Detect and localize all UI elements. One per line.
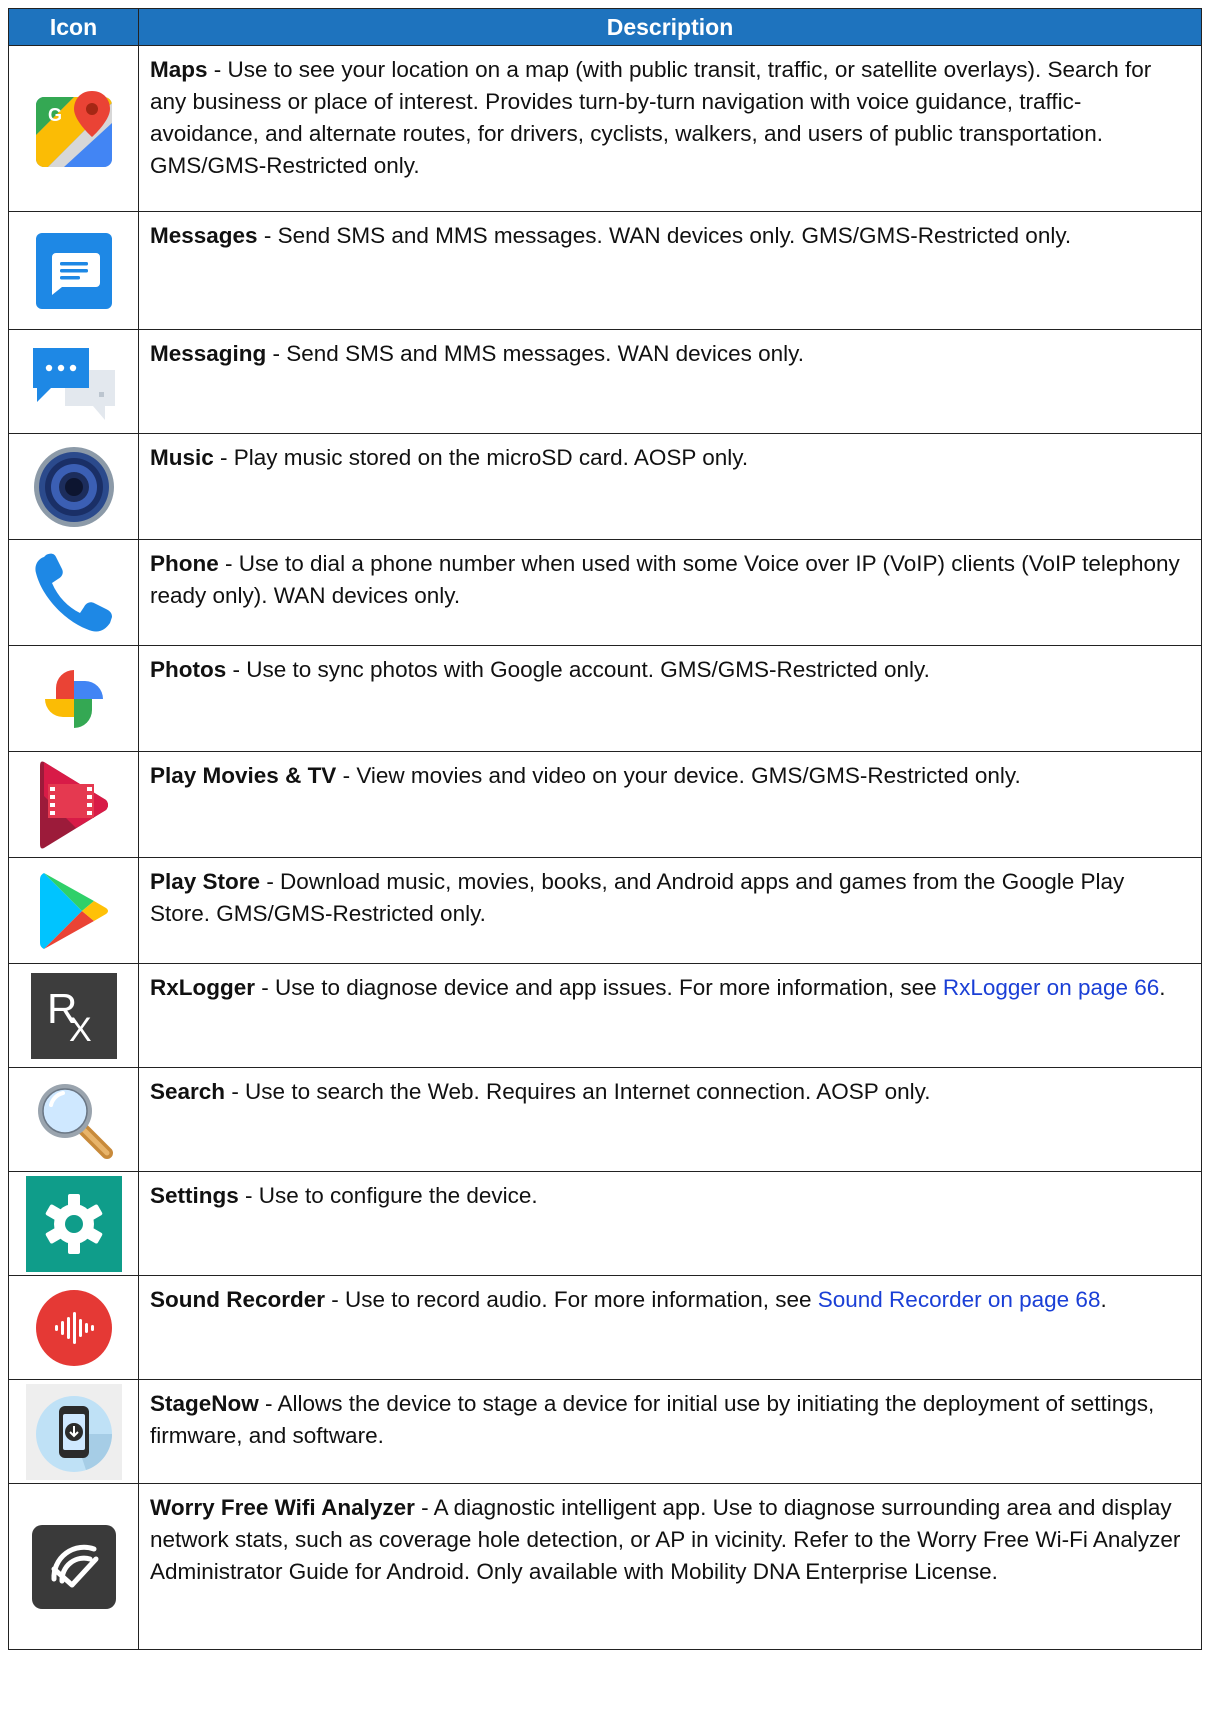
app-name: Play Store (150, 869, 261, 894)
app-description: - Use to search the Web. Requires an Int… (225, 1079, 931, 1104)
play-store-icon (39, 872, 108, 949)
table-row: Search - Use to search the Web. Requires… (8, 1067, 1202, 1172)
table-row: G Maps - Use to see your location on a m… (8, 45, 1202, 212)
photos-pinwheel-icon (44, 669, 103, 728)
svg-text:X: X (69, 1011, 92, 1049)
table-row: Messages - Send SMS and MMS messages. WA… (8, 211, 1202, 330)
app-name: Worry Free Wifi Analyzer (150, 1495, 415, 1520)
row-description: Messaging - Send SMS and MMS messages. W… (138, 329, 1202, 434)
phone-icon (34, 553, 112, 632)
sound-recorder-icon (35, 1289, 112, 1366)
row-description: Search - Use to search the Web. Requires… (138, 1067, 1202, 1172)
app-description: - Use to see your location on a map (wit… (150, 57, 1152, 178)
table-row: R X RxLogger - Use to diagnose device an… (8, 963, 1202, 1068)
row-description: Play Movies & TV - View movies and video… (138, 751, 1202, 858)
sound-recorder-page-link[interactable]: Sound Recorder on page 68 (818, 1287, 1101, 1312)
app-name: Settings (150, 1183, 239, 1208)
maps-icon: G (35, 90, 112, 167)
table-row: Messaging - Send SMS and MMS messages. W… (8, 329, 1202, 434)
app-name: StageNow (150, 1391, 259, 1416)
table-row: StageNow - Allows the device to stage a … (8, 1379, 1202, 1484)
app-name: Music (150, 445, 214, 470)
table-row: Phone - Use to dial a phone number when … (8, 539, 1202, 646)
table-row: Sound Recorder - Use to record audio. Fo… (8, 1275, 1202, 1380)
messages-icon (35, 232, 112, 309)
row-description: StageNow - Allows the device to stage a … (138, 1379, 1202, 1484)
column-header-description: Description (138, 8, 1202, 46)
app-description: - Allows the device to stage a device fo… (150, 1391, 1155, 1448)
row-description: Sound Recorder - Use to record audio. Fo… (138, 1275, 1202, 1380)
table-row: Photos - Use to sync photos with Google … (8, 645, 1202, 752)
music-speaker-icon (33, 446, 114, 527)
app-name: Play Movies & TV (150, 763, 337, 788)
row-description: Maps - Use to see your location on a map… (138, 45, 1202, 212)
app-name: Messages (150, 223, 258, 248)
table-row: Play Movies & TV - View movies and video… (8, 751, 1202, 858)
row-description: Photos - Use to sync photos with Google … (138, 645, 1202, 752)
app-description: - Use to sync photos with Google account… (226, 657, 930, 682)
app-description: - View movies and video on your device. … (336, 763, 1021, 788)
svg-text:G: G (48, 105, 62, 125)
row-description: Settings - Use to configure the device. (138, 1171, 1202, 1276)
app-name: Messaging (150, 341, 267, 366)
app-name: Sound Recorder (150, 1287, 326, 1312)
table-row: Play Store - Download music, movies, boo… (8, 857, 1202, 964)
row-description: Phone - Use to dial a phone number when … (138, 539, 1202, 646)
stagenow-icon (25, 1383, 122, 1480)
row-description: Music - Play music stored on the microSD… (138, 433, 1202, 540)
app-description: - Download music, movies, books, and And… (150, 869, 1125, 926)
row-description: RxLogger - Use to diagnose device and ap… (138, 963, 1202, 1068)
app-name: RxLogger (150, 975, 256, 1000)
search-magnifier-icon (37, 1083, 113, 1159)
app-description: - Use to configure the device. (238, 1183, 538, 1208)
app-name: Phone (150, 551, 219, 576)
app-description: - Send SMS and MMS messages. WAN devices… (257, 223, 1072, 248)
app-name: Photos (150, 657, 227, 682)
table-row: Worry Free Wifi Analyzer - A diagnostic … (8, 1483, 1202, 1650)
app-description: - Play music stored on the microSD card.… (213, 445, 749, 470)
app-description: - Use to dial a phone number when used w… (150, 551, 1180, 608)
table-header-row: Icon Description (8, 8, 1202, 46)
app-table: Icon Description G Maps - Use to see you… (8, 8, 1202, 1650)
play-movies-icon (39, 761, 108, 848)
messaging-icon (32, 347, 115, 420)
row-description: Messages - Send SMS and MMS messages. WA… (138, 211, 1202, 330)
app-name: Maps (150, 57, 208, 82)
rxlogger-page-link[interactable]: RxLogger on page 66 (943, 975, 1159, 1000)
app-description: - Use to record audio. For more informat… (325, 1287, 818, 1312)
column-header-icon: Icon (8, 8, 139, 46)
app-description: - Send SMS and MMS messages. WAN devices… (266, 341, 804, 366)
row-description: Worry Free Wifi Analyzer - A diagnostic … (138, 1483, 1202, 1650)
row-description: Play Store - Download music, movies, boo… (138, 857, 1202, 964)
wifi-analyzer-icon (31, 1524, 116, 1609)
settings-gear-icon (25, 1175, 122, 1272)
app-name: Search (150, 1079, 226, 1104)
table-row: Settings - Use to configure the device. (8, 1171, 1202, 1276)
app-description: - Use to diagnose device and app issues.… (255, 975, 943, 1000)
table-row: Music - Play music stored on the microSD… (8, 433, 1202, 540)
rxlogger-icon: R X (30, 972, 117, 1059)
